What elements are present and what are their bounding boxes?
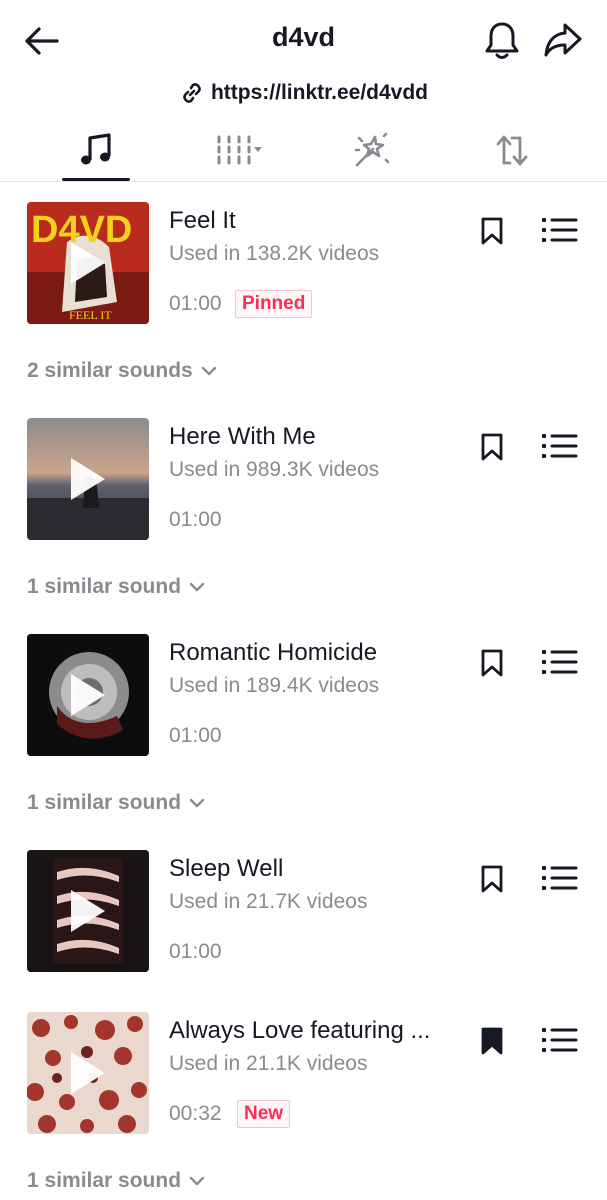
sound-usage: Used in 189.4K videos [169, 674, 380, 697]
cover-art-caption: FEEL IT [69, 308, 112, 322]
chevron-down-icon [189, 798, 205, 808]
play-icon[interactable] [71, 1052, 105, 1094]
sound-cover-sleep-well[interactable] [27, 850, 149, 972]
bookmark-filled-icon [481, 1027, 503, 1055]
sound-title[interactable]: Feel It [169, 207, 236, 235]
tab-sounds[interactable] [46, 118, 146, 182]
playlist-add-button[interactable] [540, 214, 580, 246]
sound-usage: Used in 138.2K videos [169, 242, 380, 265]
play-icon[interactable] [71, 674, 105, 716]
similar-sounds-toggle[interactable]: 1 similar sound [27, 788, 205, 818]
sound-item[interactable]: Here With Me Used in 989.3K videos 01:00 [0, 418, 607, 543]
bookmark-button[interactable] [478, 862, 506, 896]
play-icon[interactable] [71, 458, 105, 500]
play-icon[interactable] [71, 890, 105, 932]
sound-usage: Used in 21.7K videos [169, 890, 368, 913]
sound-duration: 01:00 [169, 292, 222, 315]
list-icon [542, 218, 578, 242]
pinned-badge: Pinned [235, 290, 313, 318]
sound-cover-here-with-me[interactable] [27, 418, 149, 540]
sound-cover-feel-it[interactable]: D4VD FEEL IT [27, 202, 149, 324]
sound-item[interactable]: D4VD FEEL IT Feel It Used in 138.2K vide… [0, 202, 607, 327]
chevron-down-icon [201, 366, 216, 376]
bookmark-outline-icon [481, 865, 503, 893]
playlist-add-button[interactable] [540, 430, 580, 462]
new-badge: New [237, 1100, 291, 1128]
playlist-add-button[interactable] [540, 646, 580, 678]
profile-link[interactable]: https://linktr.ee/d4vdd [0, 78, 607, 108]
sound-usage: Used in 21.1K videos [169, 1052, 368, 1075]
bookmark-button[interactable] [478, 1024, 506, 1058]
similar-sounds-label: 1 similar sound [27, 1169, 182, 1192]
bookmark-button[interactable] [478, 646, 506, 680]
bookmark-outline-icon [481, 217, 503, 245]
similar-sounds-label: 1 similar sound [27, 575, 182, 598]
similar-sounds-toggle[interactable]: 1 similar sound [27, 572, 205, 602]
bookmark-outline-icon [481, 433, 503, 461]
bookmark-button[interactable] [478, 430, 506, 464]
playlist-add-button[interactable] [540, 1024, 580, 1056]
list-icon [542, 866, 578, 890]
share-arrow-icon [544, 23, 582, 57]
tab-bar [0, 118, 607, 182]
active-tab-indicator [62, 178, 130, 181]
effect-wand-icon [354, 132, 390, 167]
list-icon [542, 1028, 578, 1052]
sound-usage: Used in 989.3K videos [169, 458, 380, 481]
sound-title[interactable]: Romantic Homicide [169, 639, 377, 667]
playlist-add-button[interactable] [540, 862, 580, 894]
sound-title[interactable]: Here With Me [169, 423, 316, 451]
sound-duration: 01:00 [169, 940, 222, 963]
sound-duration: 01:00 [169, 724, 222, 747]
notification-button[interactable] [480, 18, 524, 62]
sound-item[interactable]: Sleep Well Used in 21.7K videos 01:00 [0, 850, 607, 975]
sound-item[interactable]: Romantic Homicide Used in 189.4K videos … [0, 634, 607, 759]
play-icon[interactable] [71, 242, 105, 284]
sound-cover-romantic-homicide[interactable] [27, 634, 149, 756]
tab-playlists[interactable] [190, 118, 290, 182]
chevron-down-icon [189, 582, 205, 592]
sound-title[interactable]: Sleep Well [169, 855, 283, 883]
list-icon [542, 650, 578, 674]
similar-sounds-label: 2 similar sounds [27, 359, 193, 382]
chevron-down-icon [189, 1176, 205, 1186]
repost-icon [496, 135, 528, 166]
list-icon [542, 434, 578, 458]
sound-title[interactable]: Always Love featuring ... [169, 1017, 430, 1045]
bookmark-button[interactable] [478, 214, 506, 248]
similar-sounds-toggle[interactable]: 1 similar sound [27, 1166, 205, 1196]
similar-sounds-label: 1 similar sound [27, 791, 182, 814]
sound-duration: 00:32 [169, 1102, 222, 1125]
share-button[interactable] [540, 18, 586, 62]
header: d4vd [0, 0, 607, 80]
link-icon [183, 83, 201, 103]
tab-reposts[interactable] [462, 118, 562, 182]
sound-duration: 01:00 [169, 508, 222, 531]
sound-cover-always-love[interactable] [27, 1012, 149, 1134]
bookmark-outline-icon [481, 649, 503, 677]
bell-icon [485, 22, 519, 59]
tab-effects[interactable] [322, 118, 422, 182]
profile-link-text[interactable]: https://linktr.ee/d4vdd [211, 81, 428, 105]
playlist-grid-icon [217, 135, 262, 165]
similar-sounds-toggle[interactable]: 2 similar sounds [27, 356, 217, 386]
music-note-icon [81, 133, 111, 165]
sound-item[interactable]: Always Love featuring ... Used in 21.1K … [0, 1012, 607, 1137]
